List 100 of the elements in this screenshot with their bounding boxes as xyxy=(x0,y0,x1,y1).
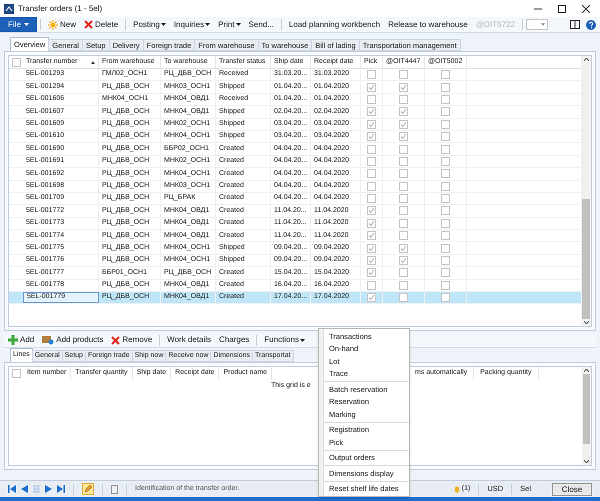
checkbox[interactable] xyxy=(441,156,450,166)
checkbox[interactable] xyxy=(441,231,450,240)
checkbox[interactable] xyxy=(399,132,408,142)
checkbox[interactable] xyxy=(367,218,376,228)
checkbox[interactable] xyxy=(367,132,376,142)
checkbox[interactable] xyxy=(367,94,376,104)
toolbar-button[interactable]: Remove xyxy=(107,334,156,346)
checkbox[interactable] xyxy=(399,156,408,166)
dropdown-field[interactable] xyxy=(526,19,548,30)
maximize-icon[interactable] xyxy=(558,4,566,12)
checkbox[interactable] xyxy=(399,82,408,92)
bell-icon[interactable] xyxy=(452,485,461,493)
toolbar-button[interactable]: Add xyxy=(4,334,38,346)
checkbox[interactable] xyxy=(441,120,450,129)
checkbox[interactable] xyxy=(399,256,408,266)
checkbox[interactable] xyxy=(12,58,20,66)
checkbox[interactable] xyxy=(399,182,408,191)
checkbox[interactable] xyxy=(367,231,376,240)
scroll-up-icon[interactable] xyxy=(584,58,588,61)
checkbox[interactable] xyxy=(399,120,408,129)
scroll-down-icon[interactable] xyxy=(584,460,589,463)
close-icon xyxy=(111,336,120,344)
close-button[interactable]: Close xyxy=(552,482,592,496)
checkbox[interactable] xyxy=(367,144,376,154)
checkbox[interactable] xyxy=(367,182,376,191)
toolbar-button[interactable]: New xyxy=(44,18,80,30)
toolbar-button[interactable]: Release to warehouse xyxy=(384,18,472,30)
checkbox[interactable] xyxy=(367,82,376,92)
checkbox[interactable] xyxy=(367,280,376,290)
checkbox[interactable] xyxy=(367,120,376,129)
file-button[interactable]: File xyxy=(0,17,37,32)
scroll-down-icon[interactable] xyxy=(584,321,588,324)
checkbox[interactable] xyxy=(441,94,450,104)
checkbox[interactable] xyxy=(399,169,408,178)
checkbox[interactable] xyxy=(367,244,376,253)
checkbox[interactable] xyxy=(441,280,450,290)
checkbox[interactable] xyxy=(441,132,450,142)
checkbox[interactable] xyxy=(441,70,450,80)
checkbox[interactable] xyxy=(399,244,408,253)
checkbox[interactable] xyxy=(399,194,408,204)
checkbox[interactable] xyxy=(441,293,450,302)
checkbox[interactable] xyxy=(367,156,376,166)
menu-button[interactable]: Functions xyxy=(260,334,309,346)
book-icon[interactable] xyxy=(570,20,580,29)
checkbox[interactable] xyxy=(399,268,408,278)
previous-record-icon[interactable] xyxy=(21,485,28,493)
checkbox[interactable] xyxy=(399,231,408,240)
checkbox[interactable] xyxy=(367,107,376,116)
toolbar-button[interactable]: Charges xyxy=(215,334,254,346)
checkbox[interactable] xyxy=(441,194,450,204)
edit-mode-button[interactable] xyxy=(82,483,94,495)
next-record-icon[interactable] xyxy=(45,485,52,493)
grid-icon[interactable] xyxy=(33,485,40,493)
last-record-icon[interactable] xyxy=(57,485,65,493)
close-icon[interactable] xyxy=(582,4,590,12)
checkbox[interactable] xyxy=(441,182,450,191)
document-icon[interactable] xyxy=(111,484,118,494)
checkbox[interactable] xyxy=(441,244,450,253)
checkbox[interactable] xyxy=(399,70,408,80)
toolbar-button[interactable]: Work details xyxy=(163,334,216,346)
scrollbar[interactable] xyxy=(582,367,591,465)
checkbox[interactable] xyxy=(367,70,376,80)
checkbox[interactable] xyxy=(441,82,450,92)
checkbox[interactable] xyxy=(441,107,450,116)
checkbox[interactable] xyxy=(367,194,376,204)
checkbox[interactable] xyxy=(441,144,450,154)
checkbox[interactable] xyxy=(367,268,376,278)
checkbox[interactable] xyxy=(367,206,376,216)
toolbar-button[interactable]: Load planning workbench xyxy=(284,18,384,30)
scroll-up-icon[interactable] xyxy=(584,369,589,372)
checkbox[interactable] xyxy=(441,206,450,216)
checkbox[interactable] xyxy=(399,218,408,228)
first-record-icon[interactable] xyxy=(8,485,16,493)
box-icon xyxy=(42,335,54,345)
checkbox[interactable] xyxy=(399,206,408,216)
checkbox[interactable] xyxy=(12,369,20,378)
checkbox[interactable] xyxy=(367,293,376,302)
menu-button[interactable]: Print xyxy=(214,18,245,30)
close-icon xyxy=(84,20,94,29)
checkbox[interactable] xyxy=(367,169,376,178)
checkbox[interactable] xyxy=(399,107,408,116)
help-icon[interactable] xyxy=(586,20,596,30)
checkbox[interactable] xyxy=(399,94,408,104)
caret-icon xyxy=(160,23,166,26)
checkbox[interactable] xyxy=(441,169,450,178)
checkbox[interactable] xyxy=(441,256,450,266)
checkbox[interactable] xyxy=(399,280,408,290)
toolbar-button[interactable]: Add products xyxy=(38,334,108,346)
menu-button[interactable]: Posting xyxy=(129,18,170,30)
toolbar-button[interactable]: Delete xyxy=(80,18,122,30)
checkbox[interactable] xyxy=(367,256,376,266)
checkbox[interactable] xyxy=(441,218,450,228)
scrollbar[interactable] xyxy=(581,56,591,326)
toolbar-button[interactable]: Send... xyxy=(244,18,278,30)
menu-button[interactable]: Inquiries xyxy=(170,18,214,30)
checkbox[interactable] xyxy=(441,268,450,278)
checkbox[interactable] xyxy=(399,144,408,154)
caret-icon xyxy=(24,23,29,26)
checkbox[interactable] xyxy=(399,293,408,302)
plus-icon xyxy=(8,335,18,345)
